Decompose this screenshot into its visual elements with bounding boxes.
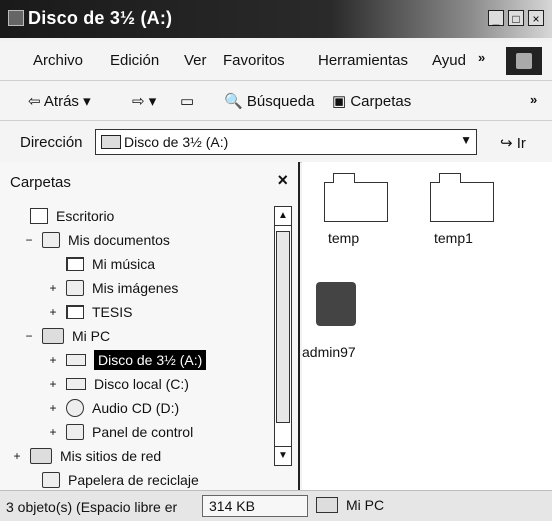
tree-item-mis-documentos[interactable]: − Mis documentos — [22, 228, 170, 252]
scroll-thumb[interactable] — [276, 231, 290, 423]
tool-bar: ⇦ Atrás ▾ ⇨ ▾ ▭ 🔍 Búsqueda ▣ Carpetas » — [0, 82, 552, 121]
file-label-temp1[interactable]: temp1 — [434, 230, 473, 246]
explorer-main: Carpetas × Escritorio − Mis documentos M… — [0, 162, 552, 490]
window-title: Disco de 3½ (A:) — [28, 8, 173, 28]
toolbar-overflow-chevron-icon[interactable]: » — [530, 92, 537, 107]
up-button[interactable]: ▭ — [180, 92, 194, 110]
window-icon — [8, 10, 24, 26]
desktop-icon — [30, 208, 48, 224]
file-label-admin97[interactable]: admin97 — [302, 344, 356, 360]
tree-item-papelera[interactable]: Papelera de reciclaje — [22, 468, 199, 492]
floppy-icon — [66, 354, 86, 366]
close-button[interactable]: × — [528, 10, 544, 26]
hard-disk-icon — [66, 378, 86, 390]
menu-edicion[interactable]: Edición — [110, 52, 159, 69]
back-button[interactable]: ⇦ Atrás ▾ — [28, 92, 91, 110]
files-pane: temp temp1 admin97 — [302, 162, 552, 490]
address-bar: Dirección Disco de 3½ (A:) ▼ ↪ Ir — [0, 122, 552, 163]
address-input[interactable]: Disco de 3½ (A:) ▼ — [95, 129, 477, 155]
file-label-temp[interactable]: temp — [328, 230, 359, 246]
window-buttons: _ □ × — [488, 10, 544, 26]
tree-toggle-icon[interactable]: + — [46, 353, 60, 367]
tree-item-panel-de-control[interactable]: + Panel de control — [46, 420, 193, 444]
close-pane-icon[interactable]: × — [277, 170, 288, 191]
tree-toggle-icon[interactable]: + — [46, 377, 60, 391]
computer-icon — [316, 497, 338, 513]
tree-item-escritorio[interactable]: Escritorio — [10, 204, 114, 228]
recycle-bin-icon — [42, 472, 60, 488]
tree-toggle-icon[interactable]: + — [46, 425, 60, 439]
menu-bar: Archivo Edición Ver Favoritos Herramient… — [0, 42, 552, 81]
tree-item-disco-3-5[interactable]: + Disco de 3½ (A:) — [46, 348, 207, 372]
computer-icon — [42, 328, 64, 344]
folder-icon — [66, 257, 84, 271]
menu-ayuda[interactable]: Ayud — [432, 52, 466, 69]
tree-toggle-icon[interactable]: − — [22, 329, 36, 343]
scroll-up-icon[interactable]: ▲ — [275, 207, 291, 226]
folder-tree: Escritorio − Mis documentos Mi música + … — [10, 204, 260, 494]
status-bar: 3 objeto(s) (Espacio libre er 314 KB Mi … — [0, 490, 552, 521]
setup-icon[interactable] — [316, 282, 356, 326]
forward-button[interactable]: ⇨ ▾ — [132, 92, 156, 110]
folder-icon[interactable] — [430, 173, 494, 222]
floppy-icon — [101, 135, 121, 149]
status-size: 314 KB — [202, 495, 308, 517]
tree-item-mis-sitios-de-red[interactable]: + Mis sitios de red — [10, 444, 161, 468]
tree-toggle-icon[interactable]: − — [22, 233, 36, 247]
tree-item-disco-local-c[interactable]: + Disco local (C:) — [46, 372, 188, 396]
windows-flag-icon — [506, 47, 542, 75]
address-label: Dirección — [20, 134, 83, 151]
tree-toggle-icon[interactable]: + — [46, 401, 60, 415]
menu-ver[interactable]: Ver — [184, 52, 207, 69]
tree-toggle-icon[interactable]: + — [10, 449, 24, 463]
tree-item-mi-pc[interactable]: − Mi PC — [22, 324, 110, 348]
tree-item-mi-musica[interactable]: Mi música — [46, 252, 155, 276]
menu-favoritos[interactable]: Favoritos — [223, 52, 285, 69]
folder-icon — [66, 305, 84, 319]
maximize-button[interactable]: □ — [508, 10, 524, 26]
folder-icon[interactable] — [324, 173, 388, 222]
go-button[interactable]: ↪ Ir — [500, 134, 526, 152]
minimize-button[interactable]: _ — [488, 10, 504, 26]
tree-item-tesis[interactable]: + TESIS — [46, 300, 132, 324]
menu-herramientas[interactable]: Herramientas — [318, 52, 408, 69]
documents-icon — [42, 232, 60, 248]
menu-archivo[interactable]: Archivo — [33, 52, 83, 69]
folders-scrollbar[interactable]: ▲ ▼ — [274, 206, 292, 466]
network-icon — [30, 448, 52, 464]
tree-toggle-icon[interactable]: + — [46, 281, 60, 295]
pictures-icon — [66, 280, 84, 296]
folders-button[interactable]: ▣ Carpetas — [332, 92, 411, 110]
search-button[interactable]: 🔍 Búsqueda — [224, 92, 314, 110]
control-panel-icon — [66, 424, 84, 440]
tree-toggle-icon[interactable]: + — [46, 305, 60, 319]
cd-icon — [66, 399, 84, 417]
folders-pane-title: Carpetas — [10, 174, 71, 191]
scroll-down-icon[interactable]: ▼ — [275, 446, 291, 465]
title-bar: Disco de 3½ (A:) _ □ × — [0, 0, 552, 38]
folders-pane: Carpetas × Escritorio − Mis documentos M… — [0, 162, 300, 490]
tree-item-mis-imagenes[interactable]: + Mis imágenes — [46, 276, 178, 300]
dropdown-arrow-icon[interactable]: ▼ — [460, 133, 472, 147]
menu-overflow-chevron-icon[interactable]: » — [478, 50, 485, 65]
status-location: Mi PC — [316, 497, 384, 513]
status-text: 3 objeto(s) (Espacio libre er — [6, 499, 178, 515]
tree-item-audio-cd-d[interactable]: + Audio CD (D:) — [46, 396, 179, 420]
